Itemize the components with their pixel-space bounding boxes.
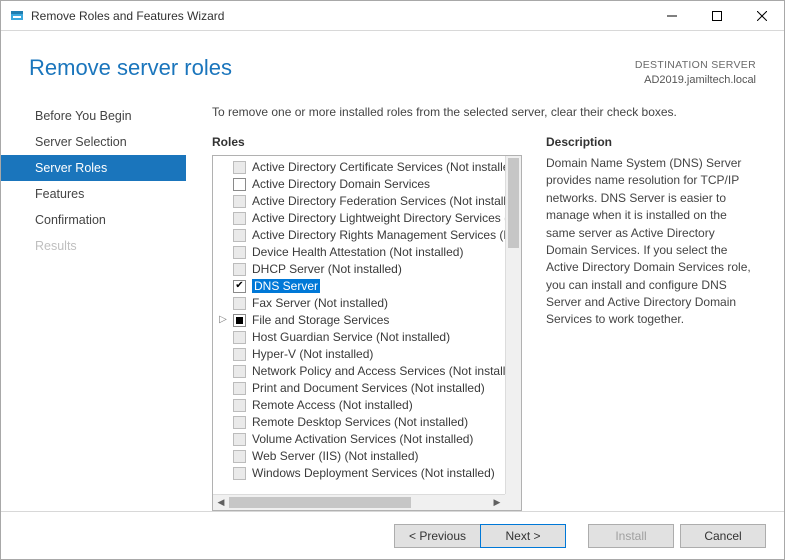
maximize-button[interactable] (694, 1, 739, 31)
role-checkbox (233, 229, 246, 242)
wizard-nav: Before You BeginServer SelectionServer R… (1, 97, 186, 511)
role-row[interactable]: Volume Activation Services (Not installe… (213, 431, 505, 448)
titlebar: Remove Roles and Features Wizard (1, 1, 784, 31)
role-checkbox (233, 331, 246, 344)
destination-server: DESTINATION SERVER AD2019.jamiltech.loca… (635, 55, 756, 87)
role-checkbox (233, 212, 246, 225)
role-checkbox (233, 416, 246, 429)
role-row[interactable]: Active Directory Rights Management Servi… (213, 227, 505, 244)
role-checkbox (233, 433, 246, 446)
description-text: Domain Name System (DNS) Server provides… (546, 155, 758, 329)
role-label: DHCP Server (Not installed) (252, 262, 402, 276)
role-row[interactable]: DNS Server (213, 278, 505, 295)
role-checkbox (233, 382, 246, 395)
role-label: Active Directory Rights Management Servi… (252, 228, 505, 242)
window-title: Remove Roles and Features Wizard (31, 9, 224, 23)
destination-label: DESTINATION SERVER (635, 59, 756, 73)
nav-item-confirmation[interactable]: Confirmation (1, 207, 186, 233)
vertical-scrollbar[interactable] (505, 156, 521, 494)
role-label: Print and Document Services (Not install… (252, 381, 485, 395)
role-row[interactable]: Network Policy and Access Services (Not … (213, 363, 505, 380)
role-row[interactable]: Hyper-V (Not installed) (213, 346, 505, 363)
role-checkbox (233, 348, 246, 361)
nav-item-results: Results (1, 233, 186, 259)
close-button[interactable] (739, 1, 784, 31)
wizard-footer: < Previous Next > Install Cancel (1, 511, 784, 559)
description-column: Description Domain Name System (DNS) Ser… (546, 135, 758, 511)
role-label: Volume Activation Services (Not installe… (252, 432, 473, 446)
role-label: Windows Deployment Services (Not install… (252, 466, 495, 480)
role-checkbox[interactable] (233, 178, 246, 191)
role-label: Network Policy and Access Services (Not … (252, 364, 505, 378)
role-label: Active Directory Certificate Services (N… (252, 160, 505, 174)
role-row[interactable]: Remote Desktop Services (Not installed) (213, 414, 505, 431)
main-panel: To remove one or more installed roles fr… (186, 97, 784, 511)
role-row[interactable]: Active Directory Certificate Services (N… (213, 159, 505, 176)
role-label: File and Storage Services (252, 313, 389, 327)
role-checkbox (233, 161, 246, 174)
role-checkbox (233, 246, 246, 259)
app-icon (9, 8, 25, 24)
horizontal-scrollbar[interactable]: ◀ ▶ (213, 494, 505, 510)
role-row[interactable]: ▷ File and Storage Services (213, 312, 505, 329)
role-row[interactable]: Windows Deployment Services (Not install… (213, 465, 505, 482)
destination-value: AD2019.jamiltech.local (635, 73, 756, 87)
role-row[interactable]: DHCP Server (Not installed) (213, 261, 505, 278)
role-checkbox[interactable] (233, 280, 246, 293)
role-row[interactable]: Fax Server (Not installed) (213, 295, 505, 312)
scroll-right-icon[interactable]: ▶ (489, 495, 505, 511)
nav-item-features[interactable]: Features (1, 181, 186, 207)
role-row[interactable]: Web Server (IIS) (Not installed) (213, 448, 505, 465)
role-row[interactable]: Host Guardian Service (Not installed) (213, 329, 505, 346)
role-label: Hyper-V (Not installed) (252, 347, 373, 361)
role-checkbox (233, 263, 246, 276)
role-row[interactable]: Active Directory Domain Services (213, 176, 505, 193)
role-checkbox (233, 450, 246, 463)
role-label: Remote Desktop Services (Not installed) (252, 415, 468, 429)
roles-listbox[interactable]: Active Directory Certificate Services (N… (212, 155, 522, 511)
previous-button[interactable]: < Previous (394, 524, 480, 548)
role-checkbox (233, 399, 246, 412)
roles-column: Roles Active Directory Certificate Servi… (212, 135, 522, 511)
install-button: Install (588, 524, 674, 548)
role-checkbox[interactable] (233, 314, 246, 327)
role-label: Active Directory Federation Services (No… (252, 194, 505, 208)
role-row[interactable]: Remote Access (Not installed) (213, 397, 505, 414)
scroll-left-icon[interactable]: ◀ (213, 495, 229, 511)
role-checkbox (233, 297, 246, 310)
header: Remove server roles DESTINATION SERVER A… (1, 31, 784, 97)
role-checkbox (233, 467, 246, 480)
roles-heading: Roles (212, 135, 522, 149)
role-label: Fax Server (Not installed) (252, 296, 388, 310)
role-label: Device Health Attestation (Not installed… (252, 245, 463, 259)
role-label: Active Directory Domain Services (252, 177, 430, 191)
role-row[interactable]: Print and Document Services (Not install… (213, 380, 505, 397)
expand-icon[interactable]: ▷ (217, 314, 229, 326)
role-row[interactable]: Active Directory Lightweight Directory S… (213, 210, 505, 227)
nav-item-server-roles[interactable]: Server Roles (1, 155, 186, 181)
nav-item-before-you-begin[interactable]: Before You Begin (1, 103, 186, 129)
role-row[interactable]: Device Health Attestation (Not installed… (213, 244, 505, 261)
page-title: Remove server roles (29, 55, 232, 81)
description-heading: Description (546, 135, 758, 149)
role-label: Active Directory Lightweight Directory S… (252, 211, 505, 225)
role-row[interactable]: Active Directory Federation Services (No… (213, 193, 505, 210)
role-label: Web Server (IIS) (Not installed) (252, 449, 419, 463)
nav-item-server-selection[interactable]: Server Selection (1, 129, 186, 155)
minimize-button[interactable] (649, 1, 694, 31)
cancel-button[interactable]: Cancel (680, 524, 766, 548)
role-label: Host Guardian Service (Not installed) (252, 330, 450, 344)
role-checkbox (233, 365, 246, 378)
role-label: Remote Access (Not installed) (252, 398, 413, 412)
role-checkbox (233, 195, 246, 208)
instruction-text: To remove one or more installed roles fr… (212, 105, 758, 119)
role-label: DNS Server (252, 279, 320, 293)
next-button[interactable]: Next > (480, 524, 566, 548)
